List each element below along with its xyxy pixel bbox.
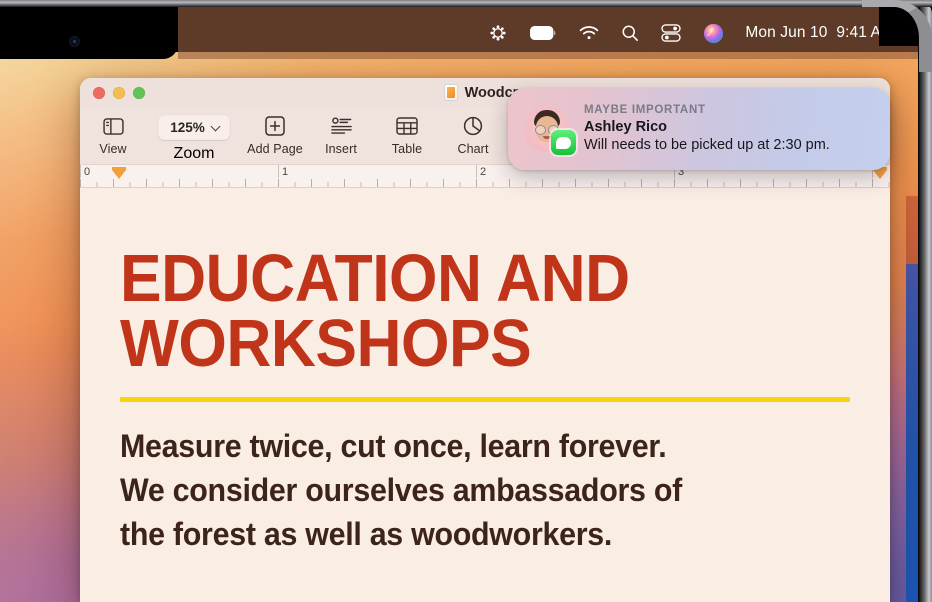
toolbar-zoom-control[interactable]: 125% Zoom [146, 111, 242, 163]
headline-line-2: WORKSHOPS [120, 305, 532, 381]
toolbar-view-button[interactable]: View [80, 111, 146, 156]
notification-avatar-wrap [524, 106, 576, 155]
notification-kicker: MAYBE IMPORTANT [584, 103, 706, 116]
chevron-down-icon [212, 123, 221, 132]
left-indent-marker[interactable] [112, 167, 126, 179]
zoom-value: 125% [170, 120, 205, 135]
chart-icon [463, 115, 483, 137]
pages-document-icon [443, 84, 458, 101]
notification-message: Will needs to be picked up at 2:30 pm. [584, 136, 830, 153]
minimize-button[interactable] [113, 86, 125, 99]
yellow-divider-rule [120, 396, 850, 402]
siri-icon[interactable] [692, 7, 735, 59]
toolbar-add-page-button[interactable]: Add Page [242, 111, 308, 156]
right-indent-marker[interactable] [873, 167, 887, 179]
ruler-major-tick [278, 165, 279, 178]
sidebar-view-icon [102, 115, 124, 137]
body-line-1: Measure twice, cut once, learn forever. [120, 427, 667, 464]
display-notch [0, 7, 178, 59]
notification-sender: Ashley Rico [584, 118, 667, 135]
toolbar-zoom-label: Zoom [173, 145, 215, 162]
body-line-2: We consider ourselves ambassadors of [120, 472, 682, 509]
toolbar-table-label: Table [391, 142, 423, 156]
menu-bar: Mon Jun 10 9:41 AM [178, 7, 918, 59]
menu-bar-row: Mon Jun 10 9:41 AM [0, 7, 918, 63]
toolbar-view-label: View [99, 142, 127, 156]
toolbar-insert-button[interactable]: Insert [308, 111, 374, 156]
toolbar-table-button[interactable]: Table [374, 111, 440, 156]
ruler-major-tick [476, 165, 477, 178]
control-center-icon[interactable] [650, 7, 692, 59]
maximize-button[interactable] [133, 86, 145, 99]
macbook-device-frame: Mon Jun 10 9:41 AM Woodcra View 125% Zoo… [0, 0, 932, 602]
page-body-copy: Measure twice, cut once, learn forever. … [120, 424, 814, 556]
toolbar-insert-label: Insert [325, 142, 357, 156]
toolbar-chart-label: Chart [457, 142, 489, 156]
device-bezel-right [918, 0, 932, 602]
document-page[interactable]: EDUCATION AND WORKSHOPS Measure twice, c… [80, 188, 890, 602]
search-icon[interactable] [610, 7, 650, 59]
body-line-3: the forest as well as woodworkers. [120, 516, 613, 553]
toolbar-add-page-label: Add Page [247, 142, 303, 156]
facetime-camera [70, 37, 79, 46]
ruler-mid-ticks [80, 178, 890, 187]
close-button[interactable] [93, 86, 105, 99]
wifi-icon[interactable] [568, 7, 610, 59]
control-center-focus-icon[interactable] [477, 7, 519, 59]
insert-icon [330, 115, 352, 137]
menu-bar-date: Mon Jun 10 [745, 24, 828, 41]
notification-text: MAYBE IMPORTANT Ashley Rico Will needs t… [570, 104, 876, 155]
battery-icon[interactable] [519, 7, 568, 59]
notification-banner[interactable]: MAYBE IMPORTANT Ashley Rico Will needs t… [508, 88, 890, 170]
ruler-number: 2 [480, 166, 487, 178]
ruler-number: 0 [84, 166, 91, 178]
device-bezel-top [0, 0, 932, 7]
message-bubble-icon [556, 136, 571, 149]
menu-bar-clock[interactable]: Mon Jun 10 9:41 AM [735, 24, 896, 42]
table-icon [396, 115, 418, 137]
toolbar-chart-button[interactable]: Chart [440, 111, 506, 156]
page-headline: EDUCATION AND WORKSHOPS [120, 241, 799, 381]
ruler-major-tick [80, 165, 81, 178]
zoom-select[interactable]: 125% [158, 115, 230, 140]
headline-line-1: EDUCATION AND [120, 241, 630, 316]
add-page-icon [265, 115, 285, 137]
traffic-light-buttons [80, 86, 145, 99]
ruler-number: 1 [282, 166, 289, 178]
messages-app-badge [551, 130, 576, 155]
